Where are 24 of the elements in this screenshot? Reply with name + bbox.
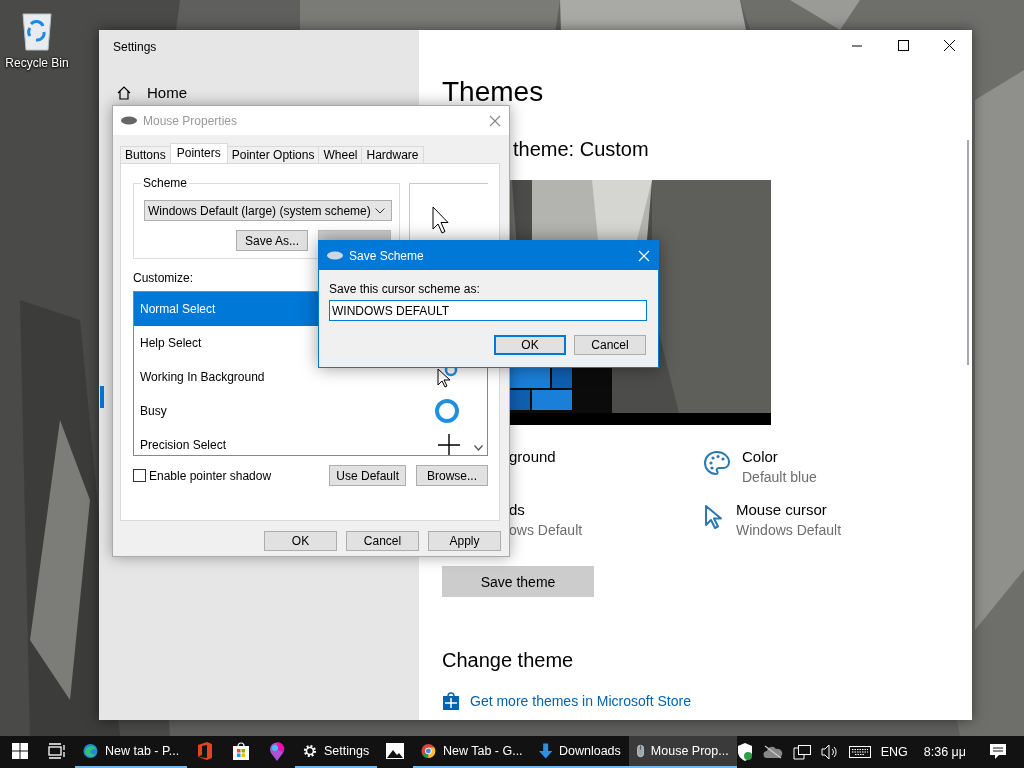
picture-frame-icon: [386, 743, 405, 759]
clock[interactable]: 8:36 μμ: [923, 745, 966, 759]
office-icon: [198, 742, 213, 760]
language-indicator[interactable]: ENG: [880, 745, 908, 759]
shield-icon[interactable]: [736, 743, 753, 761]
paint-drop-icon: [269, 741, 286, 761]
taskbar-button[interactable]: Downloads: [530, 736, 629, 768]
keyboard-icon[interactable]: [848, 746, 871, 758]
download-arrow-icon: [538, 742, 552, 760]
taskbar-button[interactable]: Settings: [295, 736, 378, 768]
browser-icon: [421, 742, 436, 760]
gear-icon: [303, 743, 317, 759]
taskbar-button[interactable]: New tab - P...: [75, 736, 188, 768]
task-view-icon: [48, 743, 67, 759]
cloud-icon[interactable]: [762, 745, 783, 759]
speaker-icon[interactable]: [820, 744, 839, 760]
windows-logo-icon: [11, 743, 28, 759]
taskbar-button[interactable]: New Tab - G...: [413, 736, 531, 768]
notification-icon[interactable]: [990, 744, 1006, 760]
browser-icon: [83, 742, 99, 760]
store-bag-icon: [232, 742, 251, 760]
network-icon[interactable]: [792, 744, 811, 760]
taskbar-button[interactable]: Mouse Prop...: [628, 736, 737, 768]
mouse-icon: [636, 742, 644, 760]
